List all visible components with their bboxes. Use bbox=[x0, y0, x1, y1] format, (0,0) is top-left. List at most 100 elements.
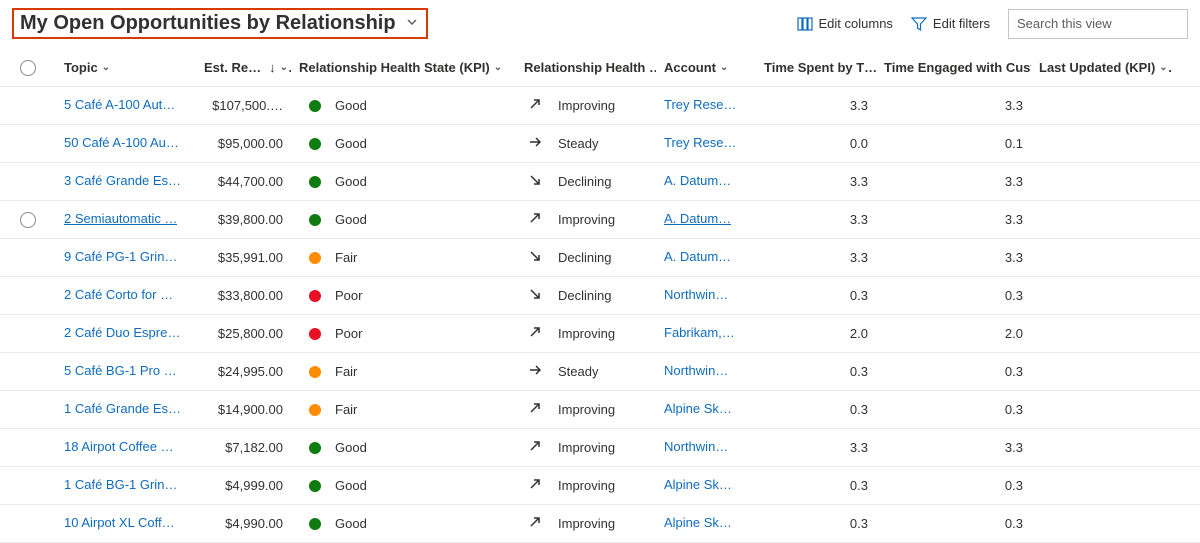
table-row[interactable]: 2 Café Duo Espre…$25,800.00PoorImproving… bbox=[0, 315, 1200, 353]
account-link[interactable]: Fabrikam,… bbox=[664, 325, 735, 340]
trend-down-icon bbox=[528, 249, 542, 266]
revenue-cell: $44,700.00 bbox=[196, 174, 291, 189]
topic-link[interactable]: 50 Café A-100 Au… bbox=[64, 135, 179, 150]
health-dot-icon bbox=[309, 252, 321, 264]
col-time-engaged[interactable]: Time Engaged with Cust…⌄ bbox=[884, 60, 1031, 75]
topic-link[interactable]: 9 Café PG-1 Grin… bbox=[64, 249, 177, 264]
account-link[interactable]: Trey Rese… bbox=[664, 135, 736, 150]
account-link[interactable]: Alpine Sk… bbox=[664, 515, 732, 530]
time-spent-cell: 0.3 bbox=[756, 478, 876, 493]
columns-icon bbox=[797, 16, 813, 32]
trend-text: Declining bbox=[558, 288, 611, 303]
trend-up-icon bbox=[528, 477, 542, 494]
view-title: My Open Opportunities by Relationship bbox=[20, 12, 396, 35]
topic-link[interactable]: 5 Café BG-1 Pro … bbox=[64, 363, 177, 378]
edit-filters-button[interactable]: Edit filters bbox=[911, 16, 990, 32]
chevron-down-icon: ⌄ bbox=[102, 62, 110, 73]
account-link[interactable]: Alpine Sk… bbox=[664, 401, 732, 416]
topic-link[interactable]: 18 Airpot Coffee … bbox=[64, 439, 174, 454]
table-row[interactable]: 5 Café A-100 Aut…$107,500.…GoodImproving… bbox=[0, 87, 1200, 125]
search-input[interactable] bbox=[1017, 16, 1193, 31]
trend-text: Declining bbox=[558, 250, 611, 265]
topic-link[interactable]: 10 Airpot XL Coff… bbox=[64, 515, 175, 530]
account-link[interactable]: A. Datum… bbox=[664, 249, 731, 264]
trend-text: Improving bbox=[558, 478, 615, 493]
health-dot-icon bbox=[309, 328, 321, 340]
col-last-updated[interactable]: Last Updated (KPI)⌄ bbox=[1039, 60, 1168, 75]
trend-text: Improving bbox=[558, 212, 615, 227]
table-row[interactable]: 1 Café BG-1 Grin… $4,999.00 Good Improving A… bbox=[0, 467, 1200, 505]
table-row[interactable]: 9 Café PG-1 Grin…$35,991.00FairDeclining… bbox=[0, 239, 1200, 277]
trend-text: Improving bbox=[558, 326, 615, 341]
revenue-cell: $107,500.… bbox=[196, 98, 291, 113]
search-box[interactable] bbox=[1008, 9, 1188, 39]
sort-desc-icon: ↓ bbox=[269, 60, 276, 75]
table-row[interactable]: 1 Café Grande Es…$14,900.00FairImproving… bbox=[0, 391, 1200, 429]
chevron-down-icon: ⌄ bbox=[720, 62, 728, 73]
chevron-down-icon bbox=[406, 16, 418, 31]
table-row[interactable]: 5 Café BG-1 Pro …$24,995.00FairSteadyNor… bbox=[0, 353, 1200, 391]
account-link[interactable]: A. Datum… bbox=[664, 173, 731, 188]
chevron-down-icon: ⌄ bbox=[1159, 62, 1167, 73]
table-row[interactable]: 50 Café A-100 Au…$95,000.00GoodSteadyTre… bbox=[0, 125, 1200, 163]
revenue-cell: $95,000.00 bbox=[196, 136, 291, 151]
column-header-row: Topic⌄ Est. Re…↓⌄ Relationship Health St… bbox=[0, 49, 1200, 87]
revenue-cell: $24,995.00 bbox=[196, 364, 291, 379]
health-state-text: Good bbox=[335, 478, 367, 493]
edit-columns-label: Edit columns bbox=[819, 16, 893, 31]
filter-icon bbox=[911, 16, 927, 32]
time-engaged-cell: 3.3 bbox=[876, 250, 1031, 265]
row-select[interactable] bbox=[0, 212, 56, 228]
edit-columns-button[interactable]: Edit columns bbox=[797, 16, 893, 32]
time-spent-cell: 0.3 bbox=[756, 402, 876, 417]
table-row[interactable]: 10 Airpot XL Coff…$4,990.00GoodImproving… bbox=[0, 505, 1200, 543]
table-row[interactable]: 18 Airpot Coffee …$7,182.00GoodImproving… bbox=[0, 429, 1200, 467]
table-row[interactable]: 2 Café Corto for …$33,800.00PoorDeclinin… bbox=[0, 277, 1200, 315]
topic-link[interactable]: 3 Café Grande Es… bbox=[64, 173, 181, 188]
col-topic[interactable]: Topic⌄ bbox=[64, 60, 110, 75]
trend-text: Improving bbox=[558, 98, 615, 113]
col-revenue[interactable]: Est. Re…↓⌄ bbox=[204, 60, 288, 75]
trend-text: Steady bbox=[558, 364, 598, 379]
time-engaged-cell: 0.3 bbox=[876, 478, 1031, 493]
trend-up-icon bbox=[528, 515, 542, 532]
topic-link[interactable]: 2 Café Duo Espre… bbox=[64, 325, 180, 340]
time-spent-cell: 3.3 bbox=[756, 250, 876, 265]
time-spent-cell: 0.3 bbox=[756, 516, 876, 531]
col-time-spent[interactable]: Time Spent by T…⌄ bbox=[764, 60, 876, 75]
topic-link[interactable]: 2 Semiautomatic … bbox=[64, 211, 177, 226]
health-state-text: Poor bbox=[335, 326, 362, 341]
col-health-trend[interactable]: Relationship Health …⌄ bbox=[524, 60, 656, 75]
time-engaged-cell: 0.3 bbox=[876, 288, 1031, 303]
account-link[interactable]: Northwin… bbox=[664, 287, 728, 302]
account-link[interactable]: Trey Rese… bbox=[664, 97, 736, 112]
topic-link[interactable]: 2 Café Corto for … bbox=[64, 287, 173, 302]
table-row[interactable]: 3 Café Grande Es… $44,700.00 Good Declining… bbox=[0, 163, 1200, 201]
time-spent-cell: 2.0 bbox=[756, 326, 876, 341]
health-state-text: Good bbox=[335, 174, 367, 189]
time-engaged-cell: 3.3 bbox=[876, 440, 1031, 455]
topic-link[interactable]: 5 Café A-100 Aut… bbox=[64, 97, 175, 112]
table-row[interactable]: 2 Semiautomatic …$39,800.00GoodImproving… bbox=[0, 201, 1200, 239]
health-dot-icon bbox=[309, 214, 321, 226]
health-state-text: Fair bbox=[335, 402, 357, 417]
account-link[interactable]: Northwin… bbox=[664, 363, 728, 378]
topic-link[interactable]: 1 Café BG-1 Grin… bbox=[64, 477, 177, 492]
revenue-cell: $4,990.00 bbox=[196, 516, 291, 531]
account-link[interactable]: Northwin… bbox=[664, 439, 728, 454]
col-health-state[interactable]: Relationship Health State (KPI)⌄ bbox=[299, 60, 502, 75]
trend-up-icon bbox=[528, 439, 542, 456]
view-picker[interactable]: My Open Opportunities by Relationship bbox=[12, 8, 428, 39]
col-account[interactable]: Account⌄ bbox=[664, 60, 728, 75]
account-link[interactable]: A. Datum… bbox=[664, 211, 731, 226]
trend-text: Declining bbox=[558, 174, 611, 189]
health-dot-icon bbox=[309, 518, 321, 530]
select-all-cell[interactable] bbox=[0, 60, 56, 76]
topic-link[interactable]: 1 Café Grande Es… bbox=[64, 401, 181, 416]
trend-text: Steady bbox=[558, 136, 598, 151]
time-spent-cell: 3.3 bbox=[756, 440, 876, 455]
account-link[interactable]: Alpine Sk… bbox=[664, 477, 732, 492]
revenue-cell: $33,800.00 bbox=[196, 288, 291, 303]
revenue-cell: $4,999.00 bbox=[196, 478, 291, 493]
time-engaged-cell: 0.3 bbox=[876, 402, 1031, 417]
